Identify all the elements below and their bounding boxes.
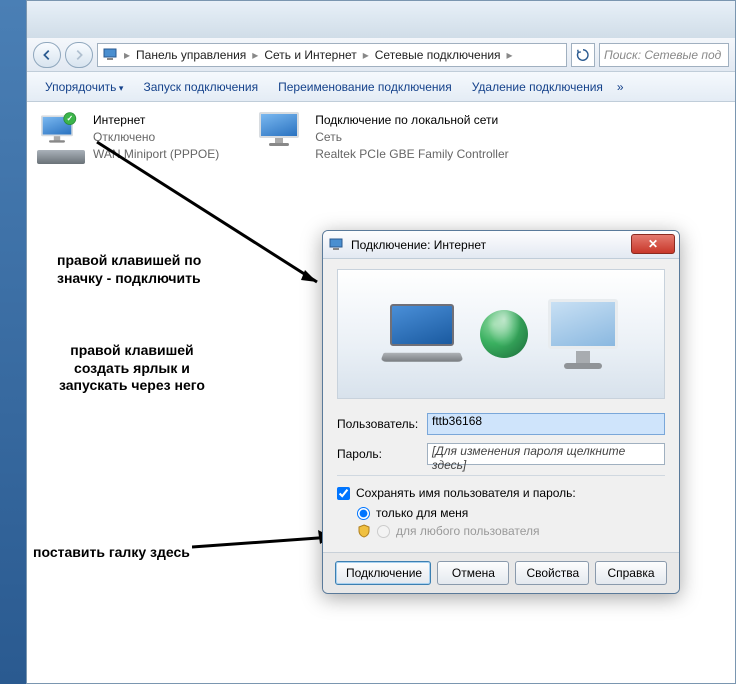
desktop-strip <box>0 0 26 684</box>
user-input[interactable]: fttb36168 <box>427 413 665 435</box>
close-button[interactable]: ✕ <box>631 234 675 254</box>
cmd-rename-connection[interactable]: Переименование подключения <box>268 76 462 98</box>
breadcrumb-network-internet[interactable]: Сеть и Интернет <box>258 48 362 62</box>
close-icon: ✕ <box>648 237 658 251</box>
laptop-icon <box>382 304 462 364</box>
check-badge-icon: ✓ <box>63 112 76 125</box>
dialog-title-icon <box>329 237 345 253</box>
connection-internet-icon: ✓ <box>37 112 85 152</box>
radio-only-me[interactable] <box>357 507 370 520</box>
network-folder-icon <box>102 46 120 64</box>
connection-name: Подключение по локальной сети <box>315 112 508 129</box>
cmd-organize[interactable]: Упорядочить <box>35 76 133 98</box>
dialog-button-bar: Подключение Отмена Свойства Справка <box>323 552 679 593</box>
arrow-to-dialog-icon <box>87 132 337 292</box>
save-credentials-checkbox[interactable] <box>337 487 350 500</box>
help-button[interactable]: Справка <box>595 561 667 585</box>
back-button[interactable] <box>33 42 61 68</box>
shield-icon <box>357 524 371 538</box>
dialog-illustration <box>337 269 665 399</box>
breadcrumb-network-connections[interactable]: Сетевые подключения <box>369 48 507 62</box>
forward-button[interactable] <box>65 42 93 68</box>
cmd-start-connection[interactable]: Запуск подключения <box>133 76 268 98</box>
dialog-titlebar[interactable]: Подключение: Интернет ✕ <box>323 231 679 259</box>
annotation-check-here: поставить галку здесь <box>33 544 190 562</box>
password-label: Пароль: <box>337 447 427 461</box>
save-credentials-label: Сохранять имя пользователя и пароль: <box>356 486 576 500</box>
command-bar: Упорядочить Запуск подключения Переимено… <box>27 72 735 102</box>
search-placeholder: Поиск: Сетевые под <box>604 48 721 62</box>
connection-status: Сеть <box>315 129 508 146</box>
connection-name: Интернет <box>93 112 219 129</box>
explorer-navbar: ▸ Панель управления ▸ Сеть и Интернет ▸ … <box>27 38 735 72</box>
cmd-delete-connection[interactable]: Удаление подключения <box>462 76 613 98</box>
properties-button[interactable]: Свойства <box>515 561 589 585</box>
separator <box>337 475 665 476</box>
breadcrumb-control-panel[interactable]: Панель управления <box>130 48 252 62</box>
cmd-more[interactable]: » <box>617 80 624 94</box>
explorer-titlebar <box>26 0 736 38</box>
connect-dialog: Подключение: Интернет ✕ Пользователь: ft… <box>322 230 680 594</box>
connect-button[interactable]: Подключение <box>335 561 431 585</box>
search-input[interactable]: Поиск: Сетевые под <box>599 43 729 67</box>
user-label: Пользователь: <box>337 417 427 431</box>
monitor-icon <box>546 299 620 369</box>
radio-only-me-label: только для меня <box>376 506 468 520</box>
globe-icon <box>480 310 528 358</box>
dialog-title-text: Подключение: Интернет <box>351 238 486 252</box>
breadcrumb-separator-icon: ▸ <box>507 48 513 62</box>
annotation-create-shortcut: правой клавишей создать ярлык и запускат… <box>59 342 205 395</box>
radio-any-user <box>377 525 390 538</box>
password-input[interactable]: [Для изменения пароля щелкните здесь] <box>427 443 665 465</box>
address-bar[interactable]: ▸ Панель управления ▸ Сеть и Интернет ▸ … <box>97 43 567 67</box>
modem-icon <box>37 150 85 164</box>
cancel-button[interactable]: Отмена <box>437 561 509 585</box>
connection-device: Realtek PCIe GBE Family Controller <box>315 146 508 163</box>
refresh-button[interactable] <box>571 43 595 67</box>
radio-any-user-label: для любого пользователя <box>396 524 540 538</box>
